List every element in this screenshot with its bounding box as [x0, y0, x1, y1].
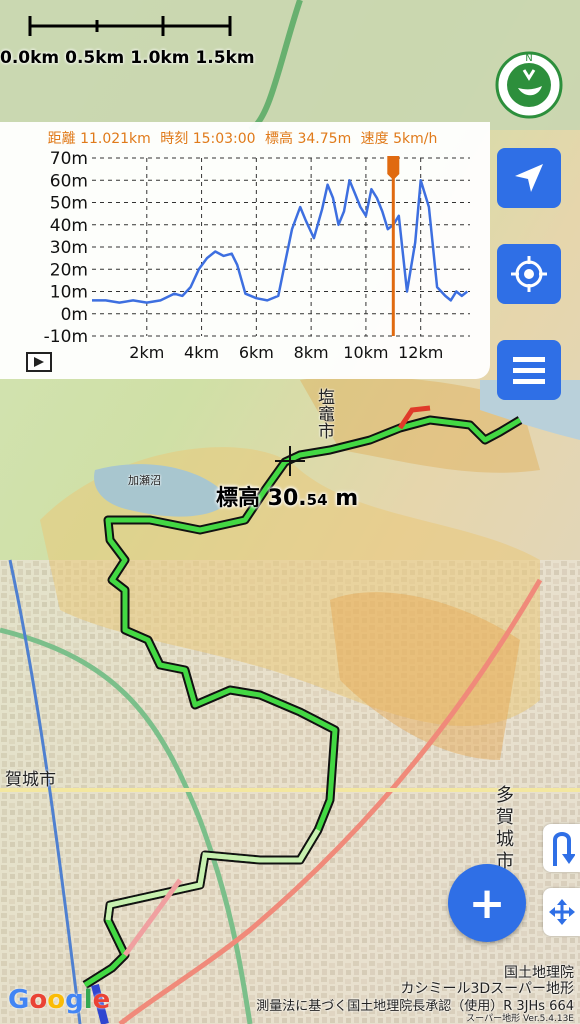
pond-label: 加瀬沼 [128, 474, 161, 487]
credit-version: スーパー地形 Ver.5.4.13E [466, 1014, 574, 1024]
y-tick-label: 30m [50, 238, 88, 258]
elevation-label: 標高 30.54 m [216, 486, 359, 511]
y-tick-label: 70m [50, 149, 88, 169]
x-tick-label: 4km [184, 343, 219, 362]
y-tick-label: 0m [61, 305, 88, 325]
plus-icon: + [468, 877, 506, 929]
y-tick-label: 20m [50, 260, 88, 280]
y-tick-label: 60m [50, 171, 88, 191]
navigate-button[interactable] [497, 148, 561, 208]
x-tick-label: 12km [398, 343, 443, 362]
four-way-arrow-icon [548, 899, 575, 925]
hamburger-menu-icon [513, 357, 545, 384]
x-tick-label: 2km [129, 343, 164, 362]
u-turn-icon [552, 832, 575, 866]
google-logo: Google [8, 985, 111, 1015]
elevation-profile-line [92, 179, 469, 304]
tagajo-label: 多 賀 城 市 [496, 785, 514, 872]
move-button[interactable] [543, 888, 580, 936]
y-tick-label: -10m [44, 327, 88, 347]
x-tick-label: 6km [239, 343, 274, 362]
position-readout: 距離 11.021km 時刻 15:03:00 標高 34.75m 速度 5km… [0, 128, 490, 148]
play-icon [34, 357, 44, 367]
x-tick-label: 8km [294, 343, 329, 362]
elevation-readout: 標高 34.75m [265, 131, 352, 147]
position-cursor-marker [387, 156, 400, 180]
play-button[interactable] [26, 352, 52, 372]
distance-readout: 距離 11.021km [47, 131, 151, 147]
locate-button[interactable] [497, 244, 561, 304]
navigation-arrow-icon [515, 164, 543, 192]
speed-readout: 速度 5km/h [360, 131, 438, 147]
add-button[interactable]: + [448, 864, 526, 942]
compass-icon[interactable]: N [494, 50, 564, 120]
svg-text:N: N [525, 53, 532, 64]
y-tick-label: 10m [50, 283, 88, 303]
y-tick-label: 50m [50, 194, 88, 214]
menu-button[interactable] [497, 340, 561, 400]
time-readout: 時刻 15:03:00 [160, 131, 256, 147]
crosshair-cursor-icon [275, 446, 305, 476]
city-label: 賀城市 [5, 770, 56, 790]
y-tick-label: 40m [50, 216, 88, 236]
scale-labels: 0.0km 0.5km 1.0km 1.5km [0, 48, 255, 68]
crosshair-target-icon [511, 256, 547, 292]
u-turn-button[interactable] [543, 824, 580, 872]
x-tick-label: 10km [343, 343, 388, 362]
shiogama-label: 塩竈市 [318, 388, 335, 442]
elevation-chart[interactable]: 70m60m 50m40m30m20m 10m0m-10m 2km 4km 6km 8km 1… [0, 146, 490, 368]
